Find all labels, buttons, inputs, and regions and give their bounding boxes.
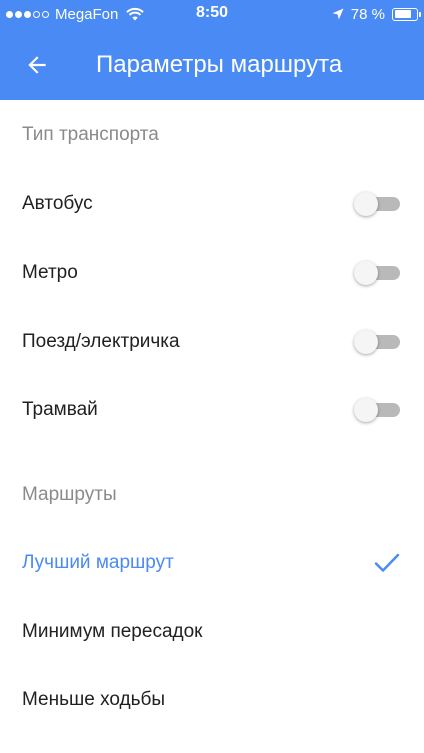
toggle-thumb xyxy=(354,261,378,285)
battery-percent: 78 % xyxy=(350,5,385,23)
back-button[interactable] xyxy=(20,50,54,80)
route-option-less-walking[interactable]: Меньше ходьбы xyxy=(0,670,424,730)
route-label: Лучший маршрут xyxy=(22,552,174,573)
bus-toggle[interactable] xyxy=(354,192,402,216)
status-bar: MegaFon 8:50 78 % xyxy=(0,0,424,28)
toggle-thumb xyxy=(354,192,378,216)
train-toggle[interactable] xyxy=(354,330,402,354)
status-right: 78 % xyxy=(332,5,421,23)
section-header-routes: Маршруты xyxy=(22,484,117,505)
transport-label: Метро xyxy=(22,262,78,283)
section-header-transport: Тип транспорта xyxy=(22,124,159,145)
route-option-fewer-transfers[interactable]: Минимум пересадок xyxy=(0,602,424,662)
transport-row-bus[interactable]: Автобус xyxy=(0,174,424,234)
transport-row-metro[interactable]: Метро xyxy=(0,243,424,303)
metro-toggle[interactable] xyxy=(354,261,402,285)
route-label: Минимум пересадок xyxy=(22,621,203,642)
route-option-best[interactable]: Лучший маршрут xyxy=(0,533,424,593)
transport-label: Трамвай xyxy=(22,399,98,420)
transport-row-tram[interactable]: Трамвай xyxy=(0,380,424,440)
header: MegaFon 8:50 78 % Параметры маршрута xyxy=(0,0,424,100)
toggle-thumb xyxy=(354,398,378,422)
app-bar: Параметры маршрута xyxy=(0,28,424,100)
transport-label: Автобус xyxy=(22,193,93,214)
toggle-thumb xyxy=(354,330,378,354)
check-icon xyxy=(374,553,400,572)
transport-label: Поезд/электричка xyxy=(22,331,180,352)
arrow-left-icon xyxy=(28,56,46,74)
tram-toggle[interactable] xyxy=(354,398,402,422)
battery-fill xyxy=(394,10,411,18)
battery-icon xyxy=(392,7,421,21)
transport-row-train[interactable]: Поезд/электричка xyxy=(0,312,424,372)
app-screen: MegaFon 8:50 78 % Параметры маршрута Тип… xyxy=(0,0,424,753)
route-label: Меньше ходьбы xyxy=(22,689,166,710)
page-title: Параметры маршрута xyxy=(96,51,343,78)
location-arrow-icon xyxy=(332,8,344,20)
